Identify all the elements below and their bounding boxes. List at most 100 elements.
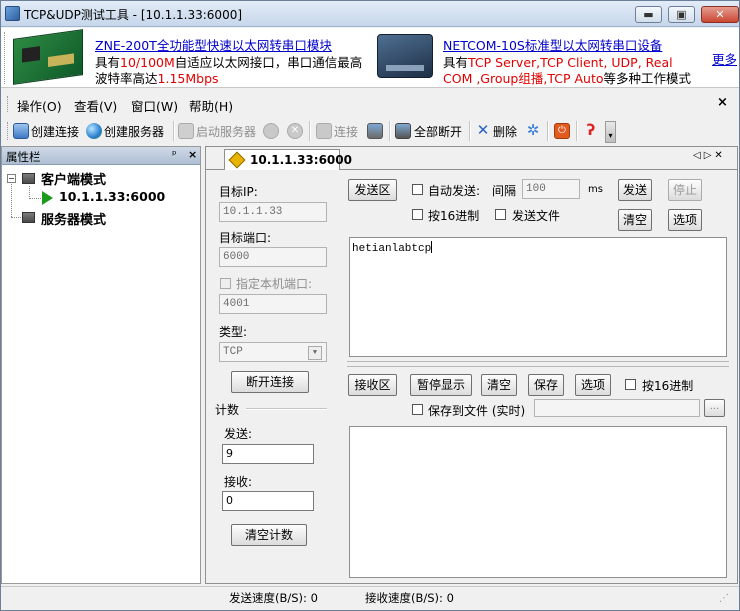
recv-options-button[interactable]: 选项 — [575, 374, 611, 396]
send-textarea[interactable]: hetianlabtcp — [349, 237, 727, 357]
status-bar: 发送速度(B/S): 0 接收速度(B/S): 0 ⋰ — [1, 586, 739, 610]
module-board-image[interactable] — [13, 29, 83, 85]
disconnect-icon[interactable] — [367, 123, 383, 139]
send-options-button[interactable]: 选项 — [668, 209, 702, 231]
recv-hex-label: 按16进制 — [642, 379, 694, 393]
type-select-value: TCP — [223, 346, 243, 358]
local-port-field[interactable]: 4001 — [219, 294, 327, 314]
send-file-checkbox[interactable] — [495, 209, 506, 220]
delete-icon[interactable]: ✕ — [475, 123, 491, 139]
create-connection-button[interactable]: 创建连接 — [31, 123, 79, 140]
disconnect-all-icon[interactable] — [395, 123, 411, 139]
menu-window[interactable]: 窗口(W) — [131, 96, 178, 115]
interval-label: 间隔 — [492, 184, 517, 198]
delete-button[interactable]: 删除 — [493, 123, 517, 140]
chevron-down-icon: ▼ — [308, 346, 322, 360]
file-path-field[interactable] — [534, 399, 700, 417]
collapse-icon[interactable]: − — [7, 174, 16, 183]
pin-icon[interactable]: ᵖ — [172, 148, 177, 161]
send-clear-button[interactable]: 清空 — [618, 209, 652, 231]
recv-count-field[interactable]: 0 — [222, 491, 314, 511]
close-button[interactable]: ✕ — [701, 6, 739, 23]
send-area-button[interactable]: 发送区 — [348, 179, 397, 201]
send-file-label: 发送文件 — [512, 209, 561, 223]
clear-count-button[interactable]: 清空计数 — [231, 524, 307, 546]
disconnect-all-button[interactable]: 全部断开 — [414, 123, 462, 140]
banner-grip — [4, 32, 8, 84]
pause-display-button[interactable]: 暂停显示 — [410, 374, 472, 396]
save-to-file-checkbox[interactable] — [412, 404, 423, 415]
tree-connection-item[interactable]: 10.1.1.33:6000 — [59, 189, 165, 204]
start-server-button[interactable]: 启动服务器 — [196, 123, 256, 140]
menu-operate[interactable]: 操作(O) — [17, 96, 62, 115]
disconnect-button[interactable]: 断开连接 — [231, 371, 309, 393]
local-port-label: 指定本机端口: — [236, 277, 313, 291]
ad-banner: ZNE-200T全功能型快速以太网转串口模块 具有10/100M自适应以太网接口… — [1, 28, 739, 88]
recv-area-button[interactable]: 接收区 — [348, 374, 397, 396]
tab-connection[interactable]: 10.1.1.33:6000 — [224, 149, 352, 170]
toolbar-separator — [389, 121, 391, 141]
help-icon[interactable]: ʔ — [583, 123, 599, 139]
send-content: hetianlabtcp — [352, 243, 432, 255]
recv-save-button[interactable]: 保存 — [528, 374, 564, 396]
app-icon — [5, 6, 20, 21]
tree-server-mode[interactable]: 服务器模式 — [41, 209, 106, 228]
more-link[interactable]: 更多 — [712, 49, 737, 68]
target-ip-field[interactable]: 10.1.1.33 — [219, 202, 327, 222]
send-count-field[interactable]: 9 — [222, 444, 314, 464]
resize-grip-icon[interactable]: ⋰ — [719, 593, 729, 604]
create-server-button[interactable]: 创建服务器 — [104, 123, 164, 140]
text-caret — [431, 241, 433, 253]
send-hex-checkbox[interactable] — [412, 209, 423, 220]
property-pane: 属性栏 ᵖ × − 客户端模式 10.1.1.33:6000 服务器模式 — [1, 146, 201, 584]
send-button[interactable]: 发送 — [618, 179, 652, 201]
recv-hex-checkbox[interactable] — [625, 379, 636, 390]
toolbar-overflow-button[interactable]: ▾ — [605, 121, 616, 143]
send-hex-label: 按16进制 — [428, 209, 480, 223]
toolbar-separator — [547, 121, 549, 141]
send-count-label: 发送: — [224, 427, 253, 441]
tree-line — [29, 198, 41, 199]
auto-send-checkbox[interactable] — [412, 184, 423, 195]
toolbar: 创建连接 创建服务器 启动服务器 ✕ 连接 全部断开 ✕ 删除 ✲ ⏻ ʔ ▾ — [1, 118, 619, 144]
ad1-line3: 波特率高达1.15Mbps — [95, 71, 219, 86]
minimize-button[interactable]: ▬ — [635, 6, 662, 23]
pane-close-icon[interactable]: × — [188, 148, 197, 161]
tab-navigation[interactable]: ◁▷✕ — [693, 150, 726, 161]
type-select[interactable]: TCP ▼ — [219, 342, 327, 362]
ad2-line3: COM ,Group组播,TCP Auto等多种工作模式 — [443, 71, 692, 86]
client-mode-icon — [22, 173, 35, 184]
maximize-button[interactable]: ▣ — [668, 6, 695, 23]
pane-title: 属性栏 — [6, 150, 41, 164]
local-port-checkbox[interactable] — [220, 278, 231, 289]
tab-label: 10.1.1.33:6000 — [250, 153, 352, 167]
server-settings-icon — [263, 123, 279, 139]
tree-line — [11, 217, 21, 218]
receive-textarea[interactable] — [349, 426, 727, 578]
play-icon — [42, 191, 53, 205]
target-port-field[interactable]: 6000 — [219, 247, 327, 267]
tree-client-mode[interactable]: 客户端模式 — [41, 169, 106, 188]
connect-button[interactable]: 连接 — [334, 123, 358, 140]
device-image[interactable] — [377, 34, 433, 78]
panel-splitter[interactable] — [347, 361, 729, 367]
power-icon[interactable]: ⏻ — [554, 123, 570, 139]
menu-help[interactable]: 帮助(H) — [189, 96, 233, 115]
recv-speed-status: 接收速度(B/S): 0 — [365, 591, 454, 605]
type-label: 类型: — [219, 325, 248, 339]
recv-clear-button[interactable]: 清空 — [481, 374, 517, 396]
menu-bar: 操作(O) 查看(V) 窗口(W) 帮助(H) × — [1, 92, 739, 116]
auto-send-label: 自动发送: — [428, 184, 481, 198]
stop-server-icon: ✕ — [287, 123, 303, 139]
target-port-label: 目标端口: — [219, 231, 272, 245]
settings-icon[interactable]: ✲ — [525, 123, 541, 139]
browse-button[interactable]: ... — [704, 399, 725, 417]
stop-button[interactable]: 停止 — [668, 179, 702, 201]
create-connection-icon[interactable] — [13, 123, 29, 139]
close-icon[interactable]: × — [717, 95, 728, 110]
interval-field[interactable]: 100 — [522, 179, 580, 199]
create-server-icon[interactable] — [86, 123, 102, 139]
menu-view[interactable]: 查看(V) — [74, 96, 117, 115]
title-bar[interactable]: TCP&UDP测试工具 - [10.1.1.33:6000] ▬ ▣ ✕ — [1, 1, 739, 27]
toolbar-separator — [469, 121, 471, 141]
